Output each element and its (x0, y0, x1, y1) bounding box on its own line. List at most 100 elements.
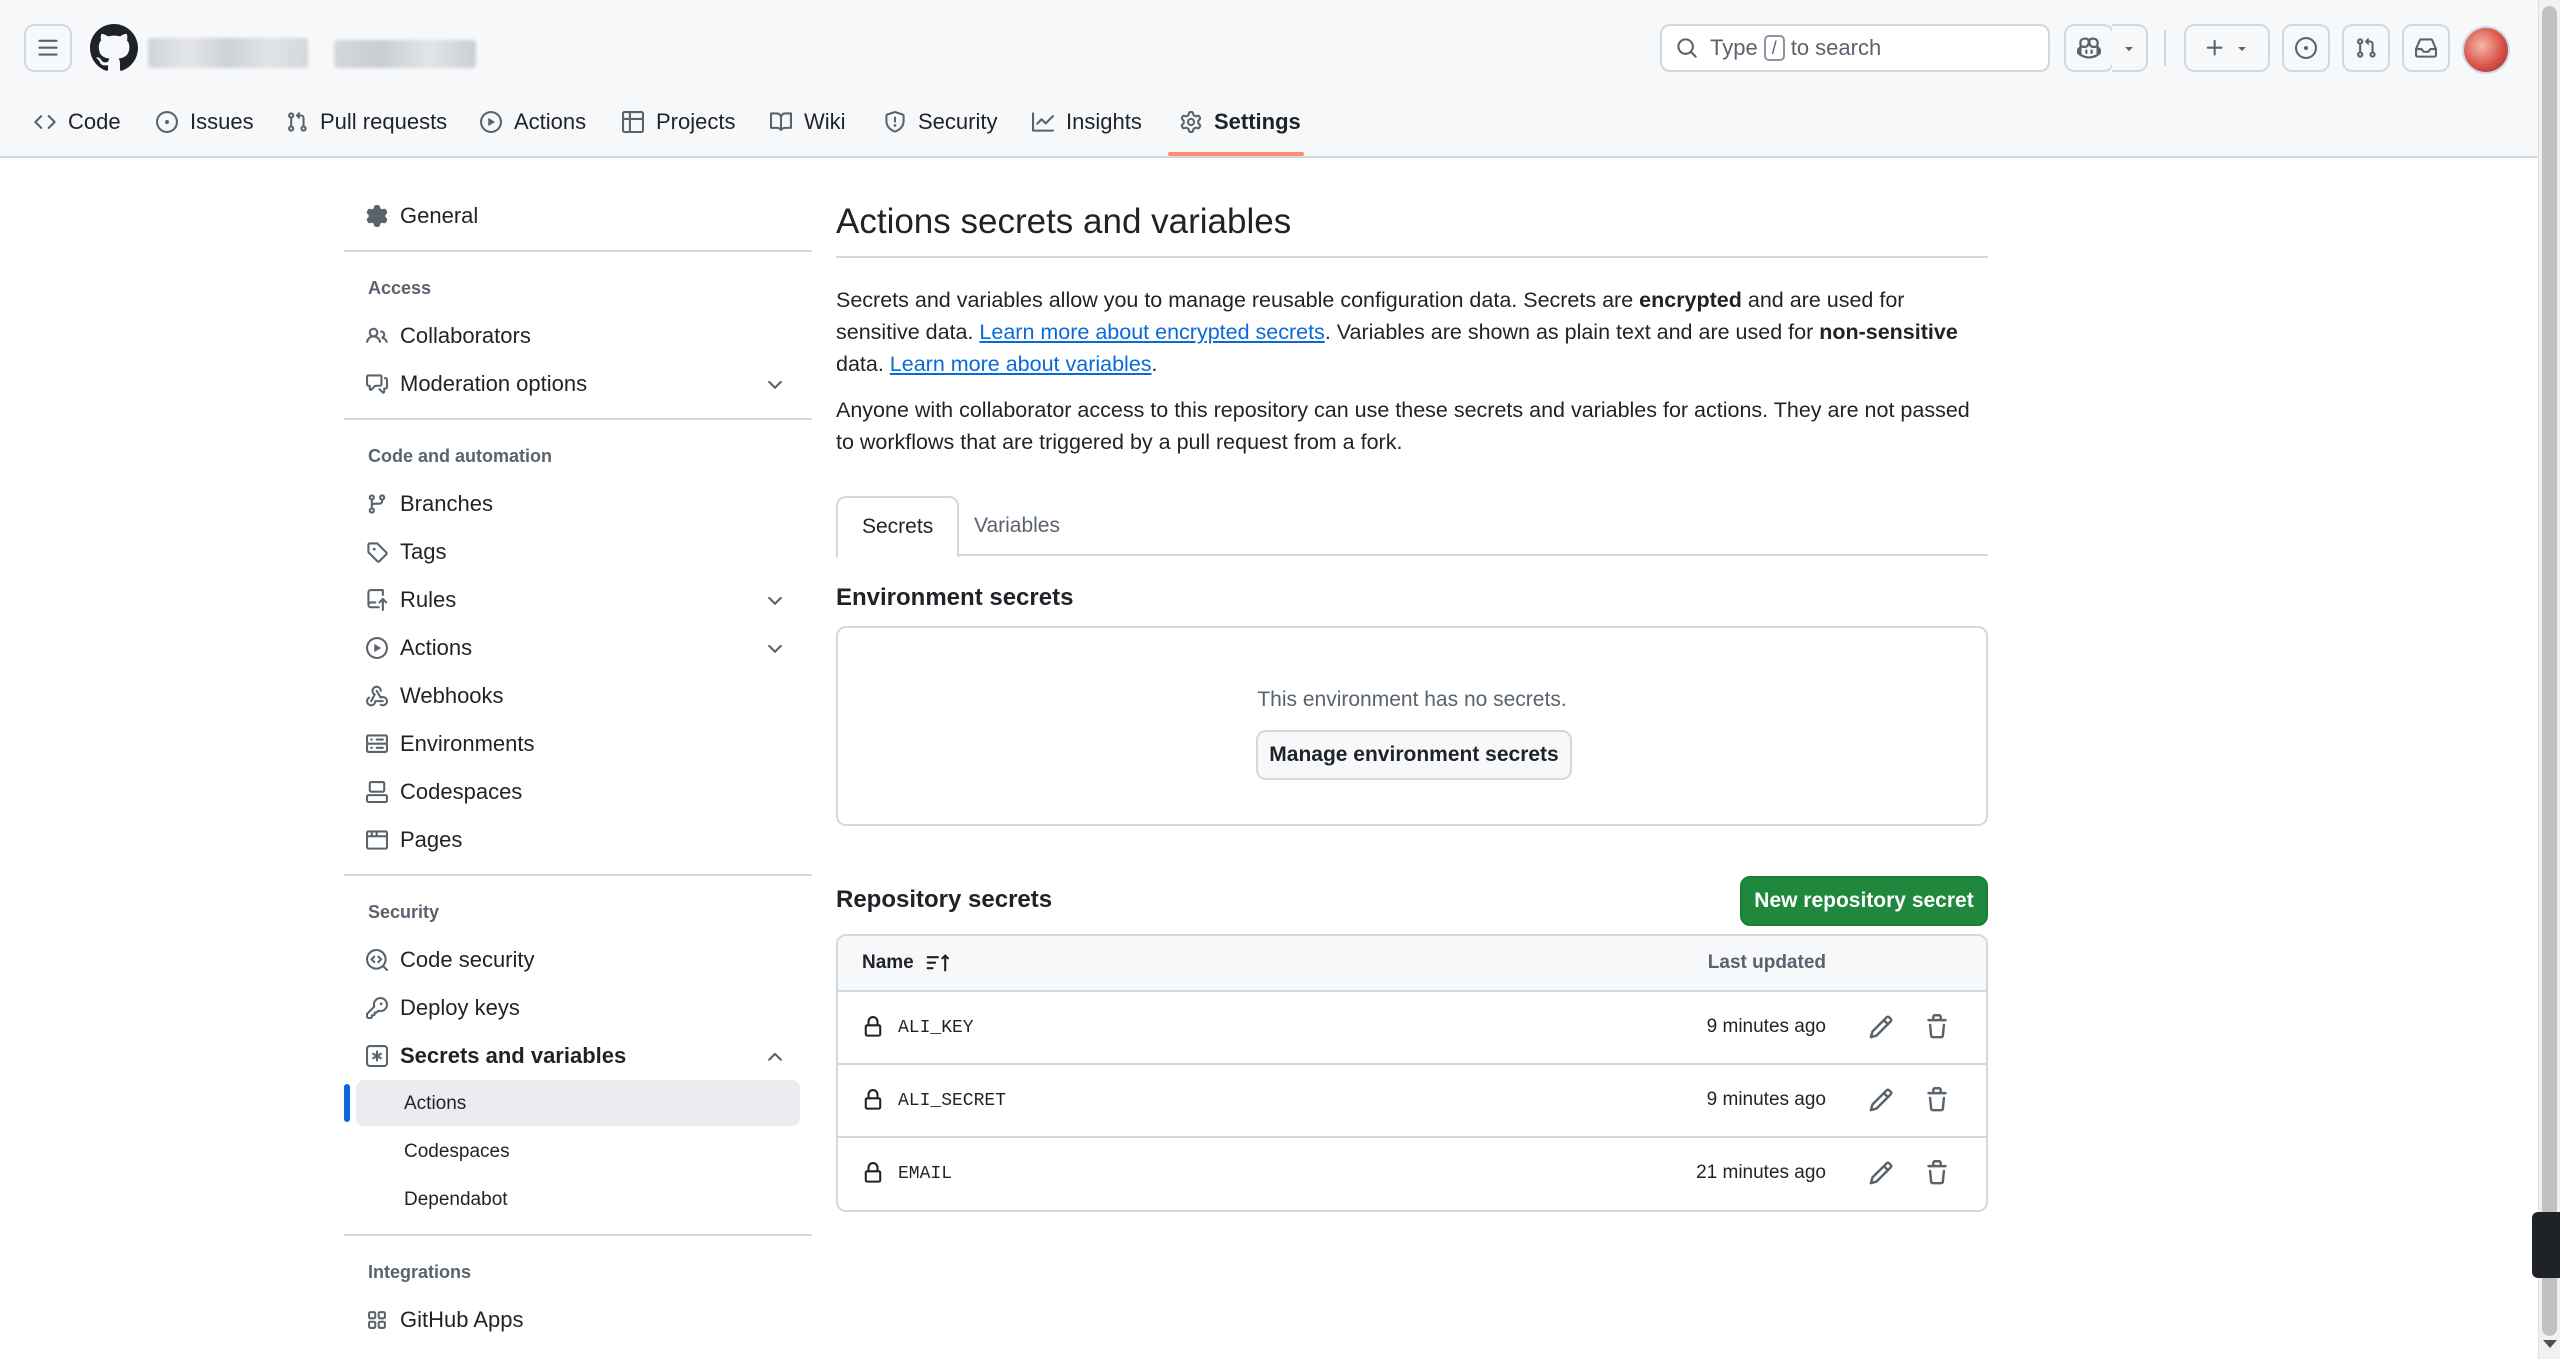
issue-opened-icon (156, 111, 178, 133)
sidebar-item-actions[interactable]: Actions (366, 626, 472, 670)
page-title: Actions secrets and variables (836, 202, 1292, 241)
environment-empty-message: This environment has no secrets. (1257, 688, 1567, 711)
learn-more-variables-link[interactable]: Learn more about variables (890, 352, 1152, 376)
sidebar-item-tags[interactable]: Tags (366, 530, 446, 574)
sidebar-divider (344, 874, 812, 876)
owner-name-blurred[interactable] (148, 38, 308, 68)
nav-security[interactable]: Security (884, 104, 997, 140)
table-row: ALI_SECRET 9 minutes ago (838, 1065, 1986, 1138)
nav-actions[interactable]: Actions (480, 104, 586, 140)
github-logo-icon[interactable] (90, 24, 138, 72)
sidebar-item-label: Pages (400, 827, 463, 852)
sidebar-item-collaborators[interactable]: Collaborators (366, 314, 531, 358)
table-row: EMAIL 21 minutes ago (838, 1138, 1986, 1210)
new-repository-secret-button[interactable]: New repository secret (1740, 876, 1988, 926)
sidebar-item-label: Actions (404, 1093, 467, 1114)
tag-icon (367, 542, 388, 563)
sidebar-group-integrations: Integrations (368, 1262, 472, 1282)
chevron-down-icon[interactable] (764, 638, 786, 660)
nav-settings[interactable]: Settings (1180, 104, 1301, 140)
tab-secrets[interactable]: Secrets (836, 496, 960, 558)
sidebar-item-moderation[interactable]: Moderation options (366, 362, 587, 406)
inbox-button[interactable] (2402, 24, 2450, 72)
search-input[interactable]: Type / to search (1660, 24, 2050, 72)
issues-button[interactable] (2282, 24, 2330, 72)
people-icon (366, 327, 388, 343)
sidebar-item-pages[interactable]: Pages (366, 818, 462, 862)
play-icon (366, 637, 388, 659)
sidebar-divider (344, 250, 812, 252)
repository-secrets-table: Name Last updated ALI_KEY 9 minutes ago … (836, 934, 1988, 1212)
chevron-down-icon[interactable] (764, 590, 786, 612)
scroll-down-arrow-icon[interactable] (2543, 1340, 2557, 1348)
pull-requests-button[interactable] (2342, 24, 2390, 72)
key-icon (366, 997, 388, 1019)
secret-name: ALI_SECRET (898, 1091, 1007, 1111)
table-header: Name Last updated (838, 936, 1986, 992)
repo-name-blurred[interactable] (334, 40, 476, 68)
floating-side-panel-handle[interactable] (2532, 1212, 2560, 1278)
sidebar-item-label: Deploy keys (400, 995, 520, 1020)
chevron-down-icon[interactable] (764, 374, 786, 396)
vertical-scrollbar[interactable] (2538, 0, 2560, 1359)
collaborator-note: Anyone with collaborator access to this … (836, 398, 1970, 454)
app-header: Type / to search Code Issues Pull reques… (0, 0, 2538, 158)
sidebar-item-github-apps[interactable]: GitHub Apps (366, 1298, 524, 1342)
nav-wiki-label: Wiki (804, 109, 846, 134)
nav-projects-label: Projects (656, 109, 736, 134)
sidebar-subitem-codespaces[interactable]: Codespaces (404, 1130, 510, 1174)
title-divider (836, 256, 1988, 258)
column-updated-header: Last updated (1707, 952, 1826, 973)
sidebar-item-general[interactable]: General (366, 194, 478, 238)
sidebar-item-codespaces[interactable]: Codespaces (366, 770, 522, 814)
sidebar-item-code-security[interactable]: Code security (366, 938, 535, 982)
git-pull-request-icon (288, 111, 307, 132)
nav-pull-requests[interactable]: Pull requests (286, 104, 447, 140)
sidebar-subitem-dependabot[interactable]: Dependabot (404, 1178, 508, 1222)
pencil-icon[interactable] (1868, 1087, 1894, 1113)
sidebar-item-label: Tags (400, 539, 447, 564)
nav-insights[interactable]: Insights (1032, 104, 1142, 140)
scrollbar-thumb[interactable] (2542, 6, 2557, 1336)
lock-icon (864, 1089, 882, 1110)
pencil-icon[interactable] (1868, 1014, 1894, 1040)
trash-icon[interactable] (1924, 1160, 1950, 1186)
sidebar-item-rules[interactable]: Rules (366, 578, 456, 622)
plus-icon (2206, 39, 2223, 56)
browser-icon (366, 830, 388, 850)
copilot-dropdown-button[interactable] (2112, 24, 2148, 72)
nav-projects[interactable]: Projects (622, 104, 735, 140)
nav-code[interactable]: Code (34, 104, 121, 140)
menu-button[interactable] (24, 24, 72, 72)
tab-label: Variables (974, 514, 1060, 537)
copilot-button[interactable] (2064, 24, 2114, 72)
sidebar-item-environments[interactable]: Environments (366, 722, 535, 766)
copilot-icon (2077, 37, 2101, 59)
pencil-icon[interactable] (1868, 1160, 1894, 1186)
sidebar-item-deploy-keys[interactable]: Deploy keys (366, 986, 520, 1030)
trash-icon[interactable] (1924, 1087, 1950, 1113)
column-name-header[interactable]: Name (862, 952, 952, 974)
sidebar-item-label: Moderation options (400, 371, 588, 396)
trash-icon[interactable] (1924, 1014, 1950, 1040)
search-icon (1677, 38, 1697, 58)
sidebar-item-branches[interactable]: Branches (366, 482, 493, 526)
graph-icon (1032, 112, 1054, 132)
create-new-button[interactable] (2184, 24, 2270, 72)
sidebar-item-webhooks[interactable]: Webhooks (366, 674, 504, 718)
sidebar-item-secrets-variables[interactable]: Secrets and variables (366, 1034, 626, 1078)
learn-more-secrets-link[interactable]: Learn more about encrypted secrets (979, 320, 1324, 344)
nav-issues[interactable]: Issues (156, 104, 254, 140)
tab-variables[interactable]: Variables (950, 496, 1084, 556)
sidebar-subitem-actions[interactable]: Actions (404, 1082, 466, 1126)
manage-environment-secrets-button[interactable]: Manage environment secrets (1256, 730, 1572, 780)
nav-wiki[interactable]: Wiki (770, 104, 846, 140)
user-avatar[interactable] (2462, 26, 2510, 74)
intro-paragraph: Secrets and variables allow you to manag… (836, 288, 1958, 376)
table-row: ALI_KEY 9 minutes ago (838, 992, 1986, 1065)
comment-discussion-icon (366, 374, 388, 394)
key-asterisk-icon (366, 1045, 388, 1067)
environment-secrets-heading: Environment secrets (836, 584, 1074, 611)
nav-code-label: Code (68, 109, 121, 134)
chevron-up-icon[interactable] (764, 1046, 786, 1068)
